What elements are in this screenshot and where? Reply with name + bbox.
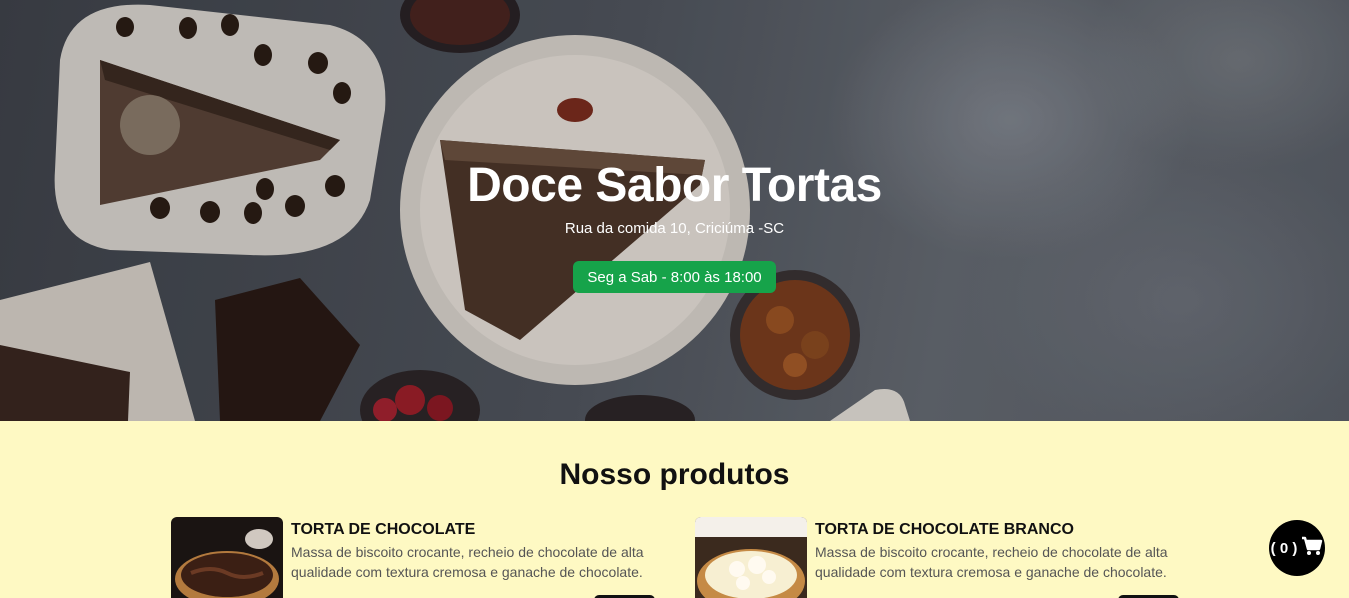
product-name: TORTA DE CHOCOLATE BRANCO: [815, 521, 1074, 538]
product-image: [695, 517, 807, 598]
product-description: Massa de biscoito crocante, recheio de c…: [815, 544, 1168, 580]
opening-hours-badge: Seg a Sab - 8:00 às 18:00: [573, 261, 776, 293]
cart-button[interactable]: ( 0 ): [1269, 520, 1325, 576]
products-heading: Nosso produtos: [559, 458, 790, 491]
cart-icon: [1301, 536, 1323, 560]
hero-banner: Doce Sabor Tortas Rua da comida 10, Cric…: [0, 0, 1349, 421]
product-card: TORTA DE CHOCOLATE Massa de biscoito cro…: [171, 517, 661, 598]
cart-count: ( 0 ): [1270, 539, 1298, 557]
product-image: [171, 517, 283, 598]
store-address: Rua da comida 10, Criciúma -SC: [564, 220, 785, 237]
product-card: TORTA DE CHOCOLATE BRANCO Massa de bisco…: [695, 517, 1185, 598]
product-name: TORTA DE CHOCOLATE: [291, 521, 476, 538]
product-description: Massa de biscoito crocante, recheio de c…: [291, 544, 644, 580]
hero-content: Doce Sabor Tortas Rua da comida 10, Cric…: [0, 0, 1349, 421]
store-name-title: Doce Sabor Tortas: [467, 159, 882, 212]
